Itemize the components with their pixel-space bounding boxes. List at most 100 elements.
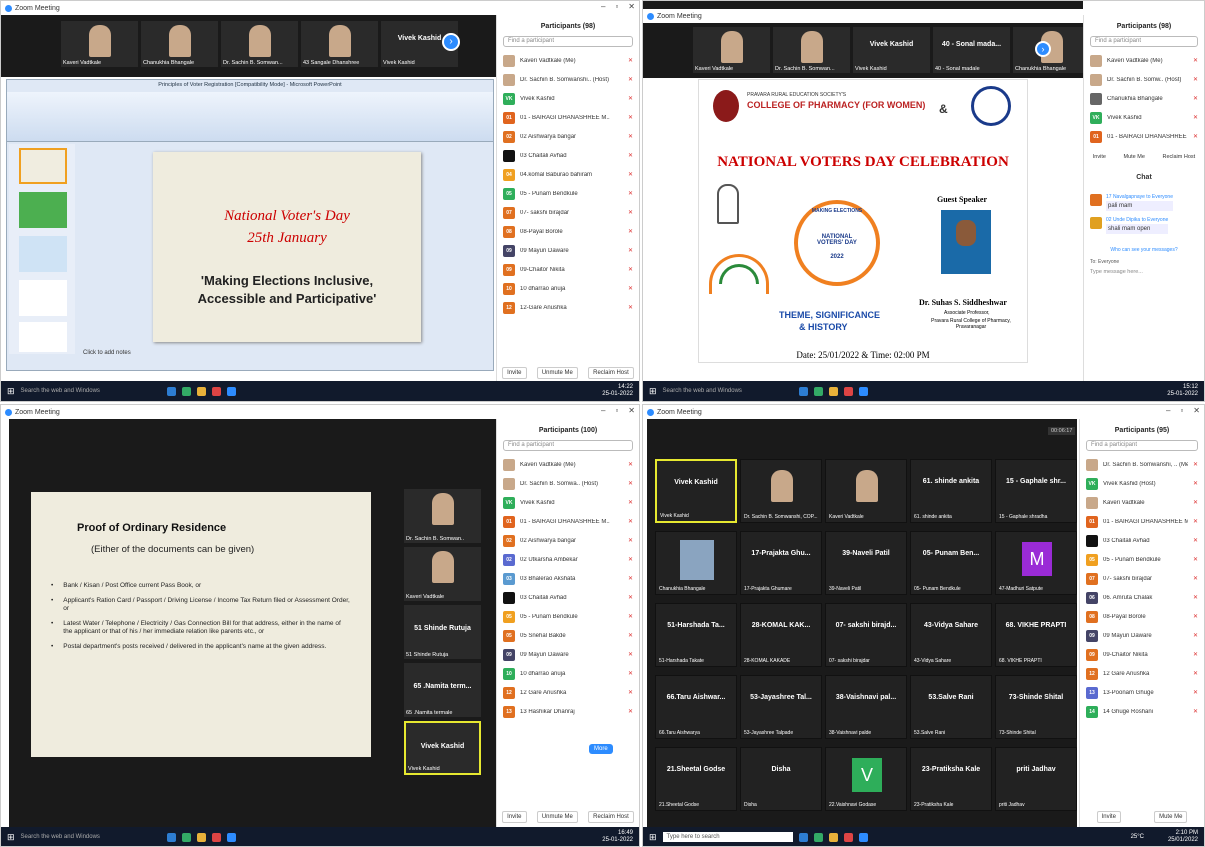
store-icon[interactable] <box>181 386 191 396</box>
participant-row[interactable]: 01 01 - BAIRAGI DHANASHREE M.. ✕ <box>497 512 639 531</box>
participant-row[interactable]: 12 12 Gare Anushka ✕ <box>1080 664 1204 683</box>
gallery-tile[interactable]: Vivek Kashid Vivek Kashid <box>655 459 737 523</box>
muted-mic-icon[interactable]: ✕ <box>628 670 633 677</box>
video-tile[interactable]: Kaveri Vadtkale <box>404 547 481 601</box>
muted-mic-icon[interactable]: ✕ <box>628 632 633 639</box>
video-tile[interactable]: Dr. Sachin B. Somwan... <box>221 21 298 67</box>
notes-pane[interactable]: Click to add notes <box>83 350 131 356</box>
video-tile[interactable]: Vivek Kashid Vivek Kashid <box>853 27 930 73</box>
edge-icon[interactable] <box>798 832 808 842</box>
gallery-tile[interactable]: 61. shinde ankita 61. shinde ankita <box>910 459 992 523</box>
muted-mic-icon[interactable]: ✕ <box>1193 651 1198 658</box>
gallery-tile[interactable]: 23-Pratiksha Kale 23-Pratiksha Kale <box>910 747 992 811</box>
video-tile[interactable]: 43 Sangale Dhanshree <box>301 21 378 67</box>
participant-row[interactable]: 01 01 - BAIRAGI DHANASHREE M.. ✕ <box>497 108 639 127</box>
slide-thumb-2[interactable] <box>19 192 67 228</box>
muted-mic-icon[interactable]: ✕ <box>628 613 633 620</box>
unmute-me-button[interactable]: Unmute Me <box>536 811 578 823</box>
chrome-icon[interactable] <box>843 386 853 396</box>
next-page-icon[interactable]: › <box>1035 41 1051 57</box>
gallery-tile[interactable]: 07- sakshi birajd... 07- sakshi birajdar <box>825 603 907 667</box>
gallery-tile[interactable]: V 22.Vaishnavi Godase <box>825 747 907 811</box>
participant-row[interactable]: 08 08-Payal Borole ✕ <box>497 222 639 241</box>
taskbar-search[interactable]: Search the web and Windows <box>21 834 161 840</box>
muted-mic-icon[interactable]: ✕ <box>628 594 633 601</box>
participant-row[interactable]: Kaveri Vadtkale (Me) ✕ <box>1084 51 1204 70</box>
edge-icon[interactable] <box>166 386 176 396</box>
muted-mic-icon[interactable]: ✕ <box>1193 480 1198 487</box>
video-tile[interactable]: 40 - Sonal mada... 40 - Sonal madale <box>933 27 1010 73</box>
muted-mic-icon[interactable]: ✕ <box>1193 689 1198 696</box>
video-tile[interactable]: Chanukhia Bhangale <box>1013 27 1090 73</box>
participant-row[interactable]: 05 05 - Punam Bendkule ✕ <box>1080 550 1204 569</box>
gallery-tile[interactable]: Chanukhia Bhangale <box>655 531 737 595</box>
muted-mic-icon[interactable]: ✕ <box>628 76 633 83</box>
store-icon[interactable] <box>181 832 191 842</box>
slide-thumb-1[interactable] <box>19 148 67 184</box>
participant-row[interactable]: 05 05 - Punam Bendkule ✕ <box>497 607 639 626</box>
muted-mic-icon[interactable]: ✕ <box>1193 461 1198 468</box>
participant-row[interactable]: 10 10 dharrao anuja ✕ <box>497 279 639 298</box>
muted-mic-icon[interactable]: ✕ <box>628 304 633 311</box>
muted-mic-icon[interactable]: ✕ <box>1193 76 1198 83</box>
invite-button[interactable]: Invite <box>1096 811 1121 823</box>
video-tile[interactable]: 65 .Namita term... 65 .Namita termale <box>404 663 481 717</box>
maximize-button[interactable]: ▫ <box>615 2 618 11</box>
muted-mic-icon[interactable]: ✕ <box>1193 499 1198 506</box>
participant-row[interactable]: VK Vivek Kashid ✕ <box>497 89 639 108</box>
muted-mic-icon[interactable]: ✕ <box>628 57 633 64</box>
muted-mic-icon[interactable]: ✕ <box>1193 708 1198 715</box>
participant-row[interactable]: 07 07- sakshi birajdar ✕ <box>1080 569 1204 588</box>
reclaim-host-button[interactable]: Reclaim Host <box>588 811 634 823</box>
gallery-tile[interactable]: 53-Jayashree Tal... 53-Jayashree Talpade <box>740 675 822 739</box>
muted-mic-icon[interactable]: ✕ <box>628 556 633 563</box>
slide-thumb-5[interactable] <box>19 322 67 352</box>
participant-row[interactable]: VK Vivek Kashid (Host) ✕ <box>1080 474 1204 493</box>
muted-mic-icon[interactable]: ✕ <box>628 518 633 525</box>
gallery-tile[interactable]: 43-Vidya Sahare 43-Vidya Sahare <box>910 603 992 667</box>
maximize-button[interactable]: ▫ <box>1180 406 1183 415</box>
chrome-icon[interactable] <box>211 386 221 396</box>
muted-mic-icon[interactable]: ✕ <box>628 708 633 715</box>
chrome-icon[interactable] <box>211 832 221 842</box>
participant-search-input[interactable]: Find a participant <box>1090 36 1198 47</box>
mute-me-button[interactable]: Mute Me <box>1124 154 1145 160</box>
muted-mic-icon[interactable]: ✕ <box>628 651 633 658</box>
gallery-tile[interactable]: 39-Naveli Patil 39-Naveli Patil <box>825 531 907 595</box>
muted-mic-icon[interactable]: ✕ <box>1193 670 1198 677</box>
more-button[interactable]: More <box>589 744 613 754</box>
participant-row[interactable]: 02 02 Aishwarya bangar ✕ <box>497 531 639 550</box>
participant-row[interactable]: 03 03 Bhalerao Akshata ✕ <box>497 569 639 588</box>
taskbar-search[interactable]: Search the web and Windows <box>663 388 793 394</box>
gallery-tile[interactable]: 66.Taru Aishwar... 66.Taru Aishwarya <box>655 675 737 739</box>
gallery-tile[interactable]: M 47-Madhuri Satpute <box>995 531 1077 595</box>
muted-mic-icon[interactable]: ✕ <box>1193 575 1198 582</box>
muted-mic-icon[interactable]: ✕ <box>628 209 633 216</box>
gallery-tile[interactable]: 21.Sheetal Godse 21.Sheetal Godse <box>655 747 737 811</box>
edge-icon[interactable] <box>166 832 176 842</box>
minimize-button[interactable]: – <box>601 2 605 11</box>
who-can-see[interactable]: Who can see your messages? <box>1084 247 1204 253</box>
taskbar-search[interactable]: Search the web and Windows <box>21 388 161 394</box>
participant-row[interactable]: 05 05 - Punam Bendkule ✕ <box>497 184 639 203</box>
store-icon[interactable] <box>813 386 823 396</box>
zoom-taskbar-icon[interactable] <box>858 832 868 842</box>
explorer-icon[interactable] <box>828 832 838 842</box>
participant-row[interactable]: 02 02 Aishwarya bangar ✕ <box>497 127 639 146</box>
muted-mic-icon[interactable]: ✕ <box>628 114 633 121</box>
gallery-tile[interactable]: 15 - Gaphale shr... 15 - Gaphale shradha <box>995 459 1077 523</box>
reclaim-host-button[interactable]: Reclaim Host <box>588 367 634 379</box>
edge-icon[interactable] <box>798 386 808 396</box>
muted-mic-icon[interactable]: ✕ <box>1193 114 1198 121</box>
participant-row[interactable]: Dr. Sachin B. Somwanshi.. (Host) ✕ <box>497 70 639 89</box>
participant-row[interactable]: 09 09-Chaitor Nikita ✕ <box>497 260 639 279</box>
muted-mic-icon[interactable]: ✕ <box>628 171 633 178</box>
participant-row[interactable]: VK Vivek Kashid ✕ <box>1084 108 1204 127</box>
gallery-tile[interactable]: 51-Harshada Ta... 51-Harshada Takate <box>655 603 737 667</box>
muted-mic-icon[interactable]: ✕ <box>628 575 633 582</box>
gallery-tile[interactable]: 53.Salve Rani 53.Salve Rani <box>910 675 992 739</box>
invite-button[interactable]: Invite <box>502 367 527 379</box>
muted-mic-icon[interactable]: ✕ <box>1193 57 1198 64</box>
muted-mic-icon[interactable]: ✕ <box>628 228 633 235</box>
muted-mic-icon[interactable]: ✕ <box>1193 518 1198 525</box>
